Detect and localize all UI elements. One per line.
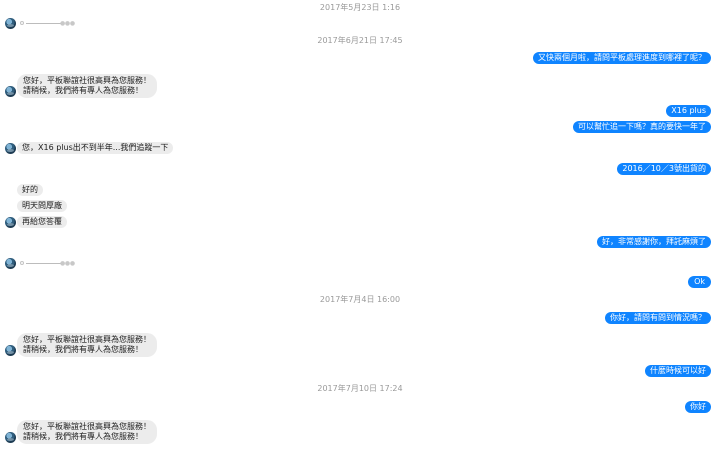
outgoing-message[interactable]: 可以幫忙追一下嗎？真的要快一年了 (573, 121, 711, 133)
timestamp: 2017年7月10日 17:24 (317, 384, 403, 393)
globe-avatar-icon (5, 258, 16, 269)
outgoing-message[interactable]: 又快兩個月啦，請問平板處理進度到哪裡了呢？ (533, 52, 711, 64)
incoming-message[interactable]: 明天問厚廠 (17, 200, 67, 212)
typing-indicator-icon: ●●● (20, 259, 82, 268)
typing-indicator-label: ●●● (60, 20, 75, 27)
message-line: 請稍候，我們將有專人為您服務！ (23, 432, 143, 441)
globe-avatar-icon (5, 432, 16, 443)
incoming-message[interactable]: 好的 (17, 184, 43, 196)
typing-indicator-icon: ●●● (20, 19, 82, 28)
incoming-message[interactable]: 再給您答覆 (17, 216, 67, 228)
incoming-message[interactable]: 您，X16 plus出不到半年...我們追蹤一下 (17, 142, 174, 154)
outgoing-message[interactable]: X16 plus (666, 105, 711, 117)
outgoing-message[interactable]: Ok (688, 276, 711, 288)
outgoing-message[interactable]: 好，非常感謝你，拜託麻煩了 (597, 236, 711, 248)
outgoing-message[interactable]: 什麼時候可以好 (645, 365, 711, 377)
globe-avatar-icon (5, 345, 16, 356)
message-line: 您好，平板聯誼社很高興為您服務！ (23, 76, 151, 85)
incoming-message[interactable]: 您好，平板聯誼社很高興為您服務！ 請稍候，我們將有專人為您服務！ (17, 74, 157, 98)
outgoing-message[interactable]: 2016／10／3號出貨的 (617, 163, 711, 175)
incoming-message[interactable]: 您好，平板聯誼社很高興為您服務！ 請稍候，我們將有專人為您服務！ (17, 333, 157, 357)
outgoing-message[interactable]: 你好，請問有問到情況嗎？ (605, 312, 711, 324)
timestamp: 2017年5月23日 1:16 (319, 3, 401, 12)
typing-indicator-label: ●●● (60, 260, 75, 267)
globe-avatar-icon (5, 18, 16, 29)
globe-avatar-icon (5, 217, 16, 228)
message-line: 您好，平板聯誼社很高興為您服務！ (23, 335, 151, 344)
message-line: 您好，平板聯誼社很高興為您服務！ (23, 422, 151, 431)
timestamp: 2017年6月21日 17:45 (317, 36, 403, 45)
incoming-message[interactable]: 您好，平板聯誼社很高興為您服務！ 請稍候，我們將有專人為您服務！ (17, 420, 157, 444)
message-line: 請稍候，我們將有專人為您服務！ (23, 345, 143, 354)
outgoing-message[interactable]: 你好 (685, 401, 711, 413)
globe-avatar-icon (5, 143, 16, 154)
message-line: 請稍候，我們將有專人為您服務！ (23, 86, 143, 95)
timestamp: 2017年7月4日 16:00 (319, 295, 401, 304)
globe-avatar-icon (5, 86, 16, 97)
